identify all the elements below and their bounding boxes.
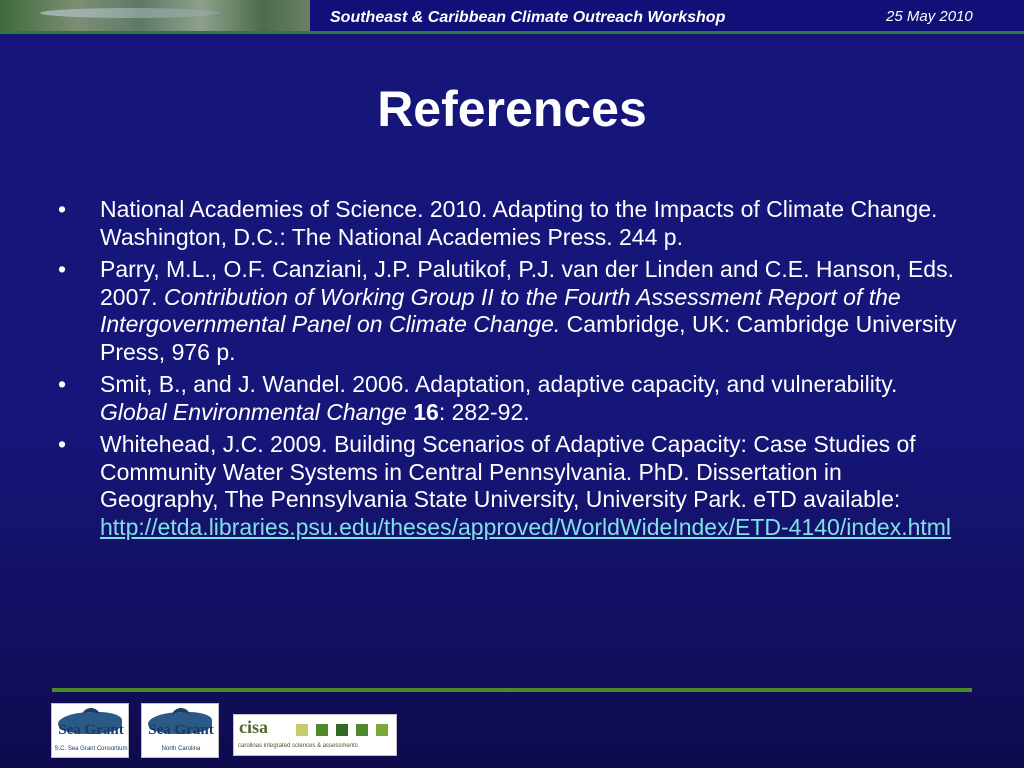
reference-text: : 282-92. bbox=[438, 398, 530, 425]
reference-item: • National Academies of Science. 2010. A… bbox=[58, 196, 963, 251]
bullet: • bbox=[58, 256, 67, 282]
cisa-logo: cisa carolinas integrated sciences & ass… bbox=[233, 714, 397, 756]
reference-item: • Smit, B., and J. Wandel. 2006. Adaptat… bbox=[58, 371, 963, 426]
nc-sea-grant-logo: Sea Grant North Carolina bbox=[141, 703, 219, 758]
reference-item: • Whitehead, J.C. 2009. Building Scenari… bbox=[58, 431, 963, 541]
bullet: • bbox=[58, 371, 67, 397]
reference-link[interactable]: http://etda.libraries.psu.edu/theses/app… bbox=[100, 514, 951, 540]
logo-subtitle: North Carolina bbox=[161, 746, 201, 752]
reference-text: Whitehead, J.C. 2009. Building Scenarios… bbox=[100, 431, 916, 512]
logo-subtitle: S.C. Sea Grant Consortium bbox=[54, 746, 128, 752]
cisa-square-icon bbox=[316, 724, 328, 736]
footer-divider bbox=[52, 688, 972, 692]
workshop-title: Southeast & Caribbean Climate Outreach W… bbox=[330, 9, 726, 26]
reference-text: Smit, B., and J. Wandel. 2006. Adaptatio… bbox=[100, 371, 898, 397]
logo-name: Sea Grant bbox=[148, 722, 214, 738]
cisa-square-icon bbox=[376, 724, 388, 736]
cisa-square-icon bbox=[336, 724, 348, 736]
logo-subtitle: carolinas integrated sciences & assessme… bbox=[238, 743, 358, 749]
header-photo-banner bbox=[0, 0, 310, 32]
header-bar: Southeast & Caribbean Climate Outreach W… bbox=[0, 0, 1024, 32]
reference-item: • Parry, M.L., O.F. Canziani, J.P. Palut… bbox=[58, 256, 963, 366]
bullet: • bbox=[58, 196, 67, 222]
slide-title: References bbox=[377, 81, 647, 137]
reference-list: • National Academies of Science. 2010. A… bbox=[58, 196, 963, 546]
reference-text: National Academies of Science. 2010. Ada… bbox=[100, 196, 938, 250]
logo-name: Sea Grant bbox=[58, 722, 124, 738]
cisa-square-icon bbox=[296, 724, 308, 736]
slide-date: 25 May 2010 bbox=[886, 8, 973, 25]
reference-journal: Global Environmental Change bbox=[100, 398, 407, 425]
bullet: • bbox=[58, 431, 67, 457]
cisa-square-icon bbox=[356, 724, 368, 736]
logo-name: cisa bbox=[239, 717, 268, 737]
header-divider bbox=[0, 31, 1024, 34]
sc-sea-grant-logo: Sea Grant S.C. Sea Grant Consortium bbox=[51, 703, 129, 758]
reference-volume: 16 bbox=[406, 398, 439, 425]
